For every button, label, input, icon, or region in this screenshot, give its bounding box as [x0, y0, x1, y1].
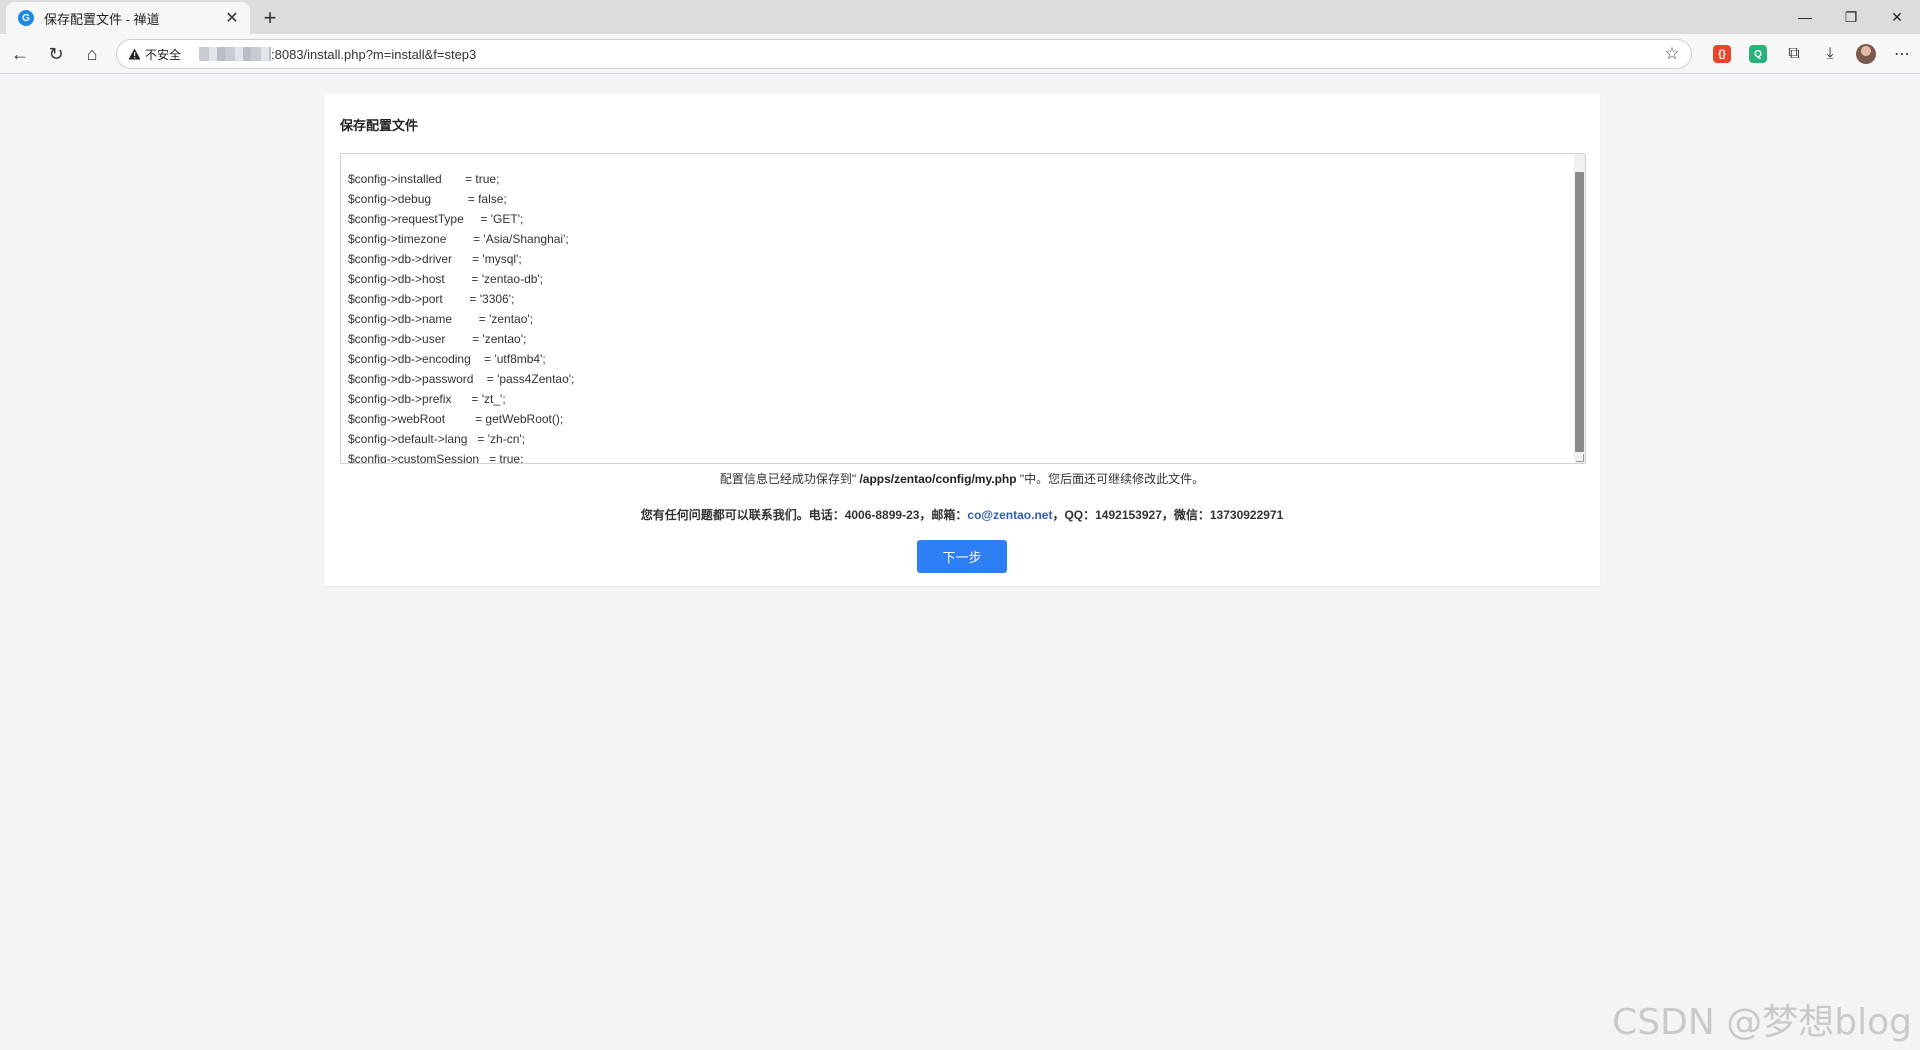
config-line: $config->requestType = 'GET'; — [348, 212, 524, 226]
security-label[interactable]: 不安全 — [145, 46, 181, 63]
contact-email-link[interactable]: co@zentao.net — [967, 508, 1052, 522]
redacted-host — [199, 47, 272, 61]
config-line: $config->debug = false; — [348, 192, 507, 206]
tab-strip: G 保存配置文件 - 禅道 ✕ + — ❐ ✕ — [0, 0, 1920, 34]
more-menu-button[interactable]: ⋯ — [1884, 40, 1920, 68]
config-line: $config->db->host = 'zentao-db'; — [348, 272, 544, 286]
home-button[interactable]: ⌂ — [78, 40, 106, 68]
address-bar[interactable]: 不安全 :8083/install.php?m=install&f=step3 … — [116, 39, 1692, 69]
downloads-button[interactable]: ⤓ — [1812, 40, 1848, 68]
contact-info: 您有任何问题都可以联系我们。电话：4006-8899-23，邮箱：co@zent… — [324, 506, 1600, 523]
extension-red-button[interactable]: {} — [1704, 40, 1740, 68]
extension-red-icon: {} — [1713, 45, 1731, 63]
page-viewport: 保存配置文件 $config->installed = true; $config… — [4, 75, 1916, 1047]
save-message-suffix: "中。您后面还可继续修改此文件。 — [1016, 472, 1205, 486]
config-line: $config->db->encoding = 'utf8mb4'; — [348, 352, 546, 366]
config-line: $config->db->driver = 'mysql'; — [348, 252, 522, 266]
reload-button[interactable]: ↻ — [42, 40, 70, 68]
scrollbar-thumb[interactable] — [1575, 172, 1584, 452]
contact-prefix: 您有任何问题都可以联系我们。电话：4006-8899-23，邮箱： — [640, 508, 968, 522]
config-line: $config->db->name = 'zentao'; — [348, 312, 534, 326]
install-panel: 保存配置文件 $config->installed = true; $config… — [324, 94, 1600, 586]
config-line-clipped — [348, 154, 1567, 169]
config-line: $config->installed = true; — [348, 172, 500, 186]
puzzle-icon: ⧉ — [1788, 45, 1800, 62]
config-line: $config->db->password = 'pass4Zentao'; — [348, 372, 575, 386]
config-line: $config->default->lang = 'zh-cn'; — [348, 432, 526, 446]
profile-button[interactable] — [1848, 40, 1884, 68]
extension-green-button[interactable]: Q — [1740, 40, 1776, 68]
scrollbar-track[interactable] — [1574, 154, 1585, 463]
config-line: $config->db->user = 'zentao'; — [348, 332, 527, 346]
favorite-star-icon[interactable]: ☆ — [1663, 45, 1681, 63]
zentao-favicon-icon: G — [18, 10, 34, 26]
next-step-button[interactable]: 下一步 — [917, 540, 1007, 573]
resize-handle[interactable] — [1576, 454, 1584, 462]
extensions-button[interactable]: ⧉ — [1776, 40, 1812, 68]
page-title: 保存配置文件 — [340, 118, 419, 133]
contact-suffix: ，QQ：1492153927，微信：13730922971 — [1052, 508, 1284, 522]
save-message-prefix: 配置信息已经成功保存到" — [719, 472, 860, 486]
window-controls: — ❐ ✕ — [1782, 0, 1920, 34]
config-line: $config->customSession = true; — [348, 452, 524, 464]
browser-tab-active[interactable]: G 保存配置文件 - 禅道 ✕ — [6, 2, 250, 34]
minimize-button[interactable]: — — [1782, 0, 1828, 34]
extension-green-icon: Q — [1749, 45, 1767, 63]
restore-button[interactable]: ❐ — [1828, 0, 1874, 34]
csdn-watermark: CSDN @梦想blog — [1612, 1002, 1912, 1043]
config-textarea[interactable]: $config->installed = true; $config->debug… — [340, 153, 1586, 464]
more-icon: ⋯ — [1894, 46, 1910, 63]
close-window-button[interactable]: ✕ — [1874, 0, 1920, 34]
config-line: $config->webRoot = getWebRoot(); — [348, 412, 564, 426]
warning-icon[interactable] — [127, 47, 141, 61]
back-button[interactable]: ← — [6, 40, 34, 68]
download-icon: ⤓ — [1826, 45, 1834, 62]
save-message: 配置信息已经成功保存到" /apps/zentao/config/my.php … — [324, 470, 1600, 487]
new-tab-button[interactable]: + — [256, 4, 284, 32]
config-line: $config->timezone = 'Asia/Shanghai'; — [348, 232, 569, 246]
config-line: $config->db->port = '3306'; — [348, 292, 515, 306]
extensions-row: {} Q ⧉ ⤓ ⋯ — [1704, 40, 1920, 68]
tab-title: 保存配置文件 - 禅道 — [44, 11, 160, 27]
url-text[interactable]: :8083/install.php?m=install&f=step3 — [271, 47, 476, 62]
config-file-path: /apps/zentao/config/my.php — [859, 472, 1017, 486]
config-line: $config->db->prefix = 'zt_'; — [348, 392, 506, 406]
config-code: $config->installed = true; $config->debug… — [348, 154, 1567, 464]
browser-toolbar: ← ↻ ⌂ 不安全 :8083/install.php?m=install&f=… — [0, 34, 1920, 74]
avatar — [1856, 44, 1876, 64]
tab-close-icon[interactable]: ✕ — [222, 8, 242, 28]
